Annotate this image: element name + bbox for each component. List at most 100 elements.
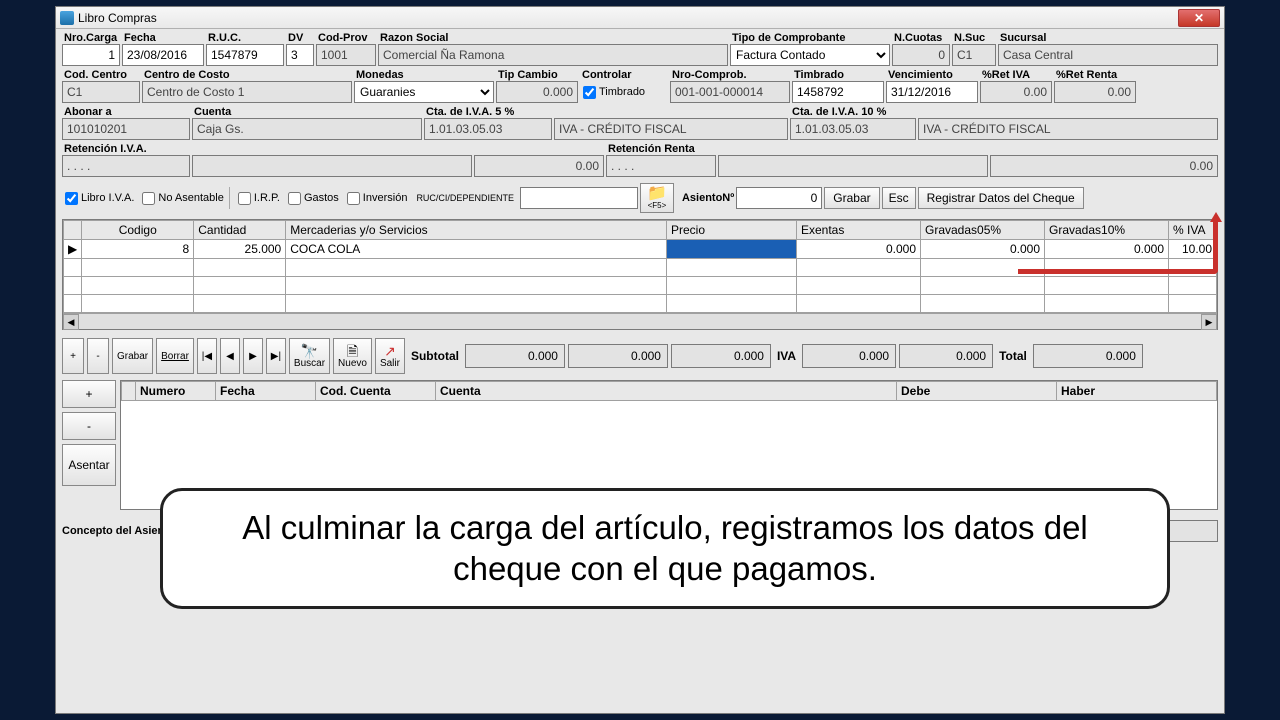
items-grid[interactable]: Codigo Cantidad Mercaderias y/o Servicio…: [62, 219, 1218, 330]
timbrado-label: Timbrado: [792, 68, 884, 81]
cell-exentas[interactable]: 0.000: [797, 240, 921, 259]
iva2-input: [899, 344, 993, 368]
grabar2-button[interactable]: Grabar: [112, 338, 153, 374]
asentar-button[interactable]: Asentar: [62, 444, 116, 486]
venc-label: Vencimiento: [886, 68, 978, 81]
total-input: [1033, 344, 1143, 368]
scroll-right-icon[interactable]: ▶: [1201, 314, 1217, 330]
nsuc-input: [952, 44, 996, 66]
ret-iva-label: Retención I.V.A.: [62, 142, 190, 155]
cta5-desc-input: [554, 118, 788, 140]
cell-desc[interactable]: COCA COLA: [286, 240, 667, 259]
nrocomp-label: Nro-Comprob.: [670, 68, 790, 81]
ret-renta-val-input: [990, 155, 1218, 177]
ret-iva-cod-input: [62, 155, 190, 177]
buscar-button[interactable]: 🔭Buscar: [289, 338, 330, 374]
grabar-button[interactable]: Grabar: [824, 187, 879, 209]
esc-button[interactable]: Esc: [882, 187, 916, 209]
cta10-desc-input: [918, 118, 1218, 140]
rucdep-input[interactable]: [520, 187, 638, 209]
codcentro-label: Cod. Centro: [62, 68, 140, 81]
cta10-label: Cta. de I.V.A. 10 %: [790, 105, 916, 118]
nav-prev-button[interactable]: ◀: [220, 338, 240, 374]
nav-next-button[interactable]: ▶: [243, 338, 263, 374]
ret-iva-desc-input: [192, 155, 472, 177]
nsuc-label: N.Suc: [952, 31, 996, 44]
noasentable-label: No Asentable: [158, 192, 223, 204]
ret-renta-label: Retención Renta: [606, 142, 716, 155]
tipcambio-input: [496, 81, 578, 103]
nrocomp-input: [670, 81, 790, 103]
monedas-select[interactable]: Guaranies: [354, 81, 494, 103]
binoculars-icon: 🔭: [301, 344, 318, 358]
borrar-button[interactable]: Borrar: [156, 338, 194, 374]
fecha-label: Fecha: [122, 31, 204, 44]
retrenta-pct-label: %Ret Renta: [1054, 68, 1136, 81]
cuenta-label: Cuenta: [192, 105, 422, 118]
cell-precio[interactable]: [667, 240, 797, 259]
asiento-label: AsientoNº: [676, 192, 734, 204]
new-doc-icon: 🗎: [347, 344, 358, 358]
rucdep-label: RUC/CI/DEPENDIENTE: [412, 193, 518, 203]
scroll-left-icon[interactable]: ◀: [63, 314, 79, 330]
titlebar: Libro Compras ✕: [56, 7, 1224, 29]
close-button[interactable]: ✕: [1178, 9, 1220, 27]
inversion-label: Inversión: [363, 192, 408, 204]
concepto-label: Concepto del Asiento: [62, 525, 175, 537]
dv-input[interactable]: [286, 44, 314, 66]
ruc-input[interactable]: [206, 44, 284, 66]
nav-first-button[interactable]: |◀: [197, 338, 217, 374]
ret-iva-val-input: [474, 155, 604, 177]
nro-carga-label: Nro.Carga: [62, 31, 120, 44]
cta5-label: Cta. de I.V.A. 5 %: [424, 105, 552, 118]
exit-icon: ↗: [384, 344, 396, 358]
timbrado-chk-label: Timbrado: [599, 86, 645, 98]
nuevo-button[interactable]: 🗎Nuevo: [333, 338, 372, 374]
registrar-cheque-button[interactable]: Registrar Datos del Cheque: [918, 187, 1084, 209]
ret-renta-cod-input: [606, 155, 716, 177]
cell-grav05[interactable]: 0.000: [921, 240, 1045, 259]
gastos-checkbox[interactable]: [288, 192, 301, 205]
tipo-comprobante-label: Tipo de Comprobante: [730, 31, 890, 44]
cta5-cod-input: [424, 118, 552, 140]
table-row[interactable]: ▶ 8 25.000 COCA COLA 0.000 0.000 0.000 1…: [64, 240, 1217, 259]
abonar-input: [62, 118, 190, 140]
asiento-minus-button[interactable]: -: [62, 412, 116, 440]
ncuotas-label: N.Cuotas: [892, 31, 950, 44]
inversion-checkbox[interactable]: [347, 192, 360, 205]
irp-checkbox[interactable]: [238, 192, 251, 205]
tipo-comprobante-select[interactable]: Factura Contado: [730, 44, 890, 66]
asiento-plus-button[interactable]: +: [62, 380, 116, 408]
cta10-cod-input: [790, 118, 916, 140]
sucursal-label: Sucursal: [998, 31, 1218, 44]
minus-button[interactable]: -: [87, 338, 109, 374]
subtotal2-input: [568, 344, 668, 368]
venc-input[interactable]: [886, 81, 978, 103]
noasentable-checkbox[interactable]: [142, 192, 155, 205]
nav-last-button[interactable]: ▶|: [266, 338, 286, 374]
libro-iva-checkbox[interactable]: [65, 192, 78, 205]
monedas-label: Monedas: [354, 68, 494, 81]
window-title: Libro Compras: [78, 11, 1178, 25]
abonar-label: Abonar a: [62, 105, 190, 118]
subtotal3-input: [671, 344, 771, 368]
timbrado-input[interactable]: [792, 81, 884, 103]
cell-iva[interactable]: 10.00: [1169, 240, 1217, 259]
salir-button[interactable]: ↗Salir: [375, 338, 405, 374]
timbrado-checkbox[interactable]: [583, 86, 596, 99]
subtotal1-input: [465, 344, 565, 368]
asiento-input[interactable]: [736, 187, 822, 209]
retiva-pct-input: [980, 81, 1052, 103]
fecha-input[interactable]: [122, 44, 204, 66]
f5-button[interactable]: 📁<F5>: [640, 183, 674, 213]
cell-codigo[interactable]: 8: [82, 240, 194, 259]
plus-button[interactable]: +: [62, 338, 84, 374]
instruction-bubble: Al culminar la carga del artículo, regis…: [160, 488, 1170, 609]
cuenta-input: [192, 118, 422, 140]
ncuotas-input: [892, 44, 950, 66]
hscroll[interactable]: ◀▶: [63, 313, 1217, 329]
retrenta-pct-input: [1054, 81, 1136, 103]
cell-grav10[interactable]: 0.000: [1045, 240, 1169, 259]
nro-carga-input[interactable]: [62, 44, 120, 66]
cell-cantidad[interactable]: 25.000: [194, 240, 286, 259]
